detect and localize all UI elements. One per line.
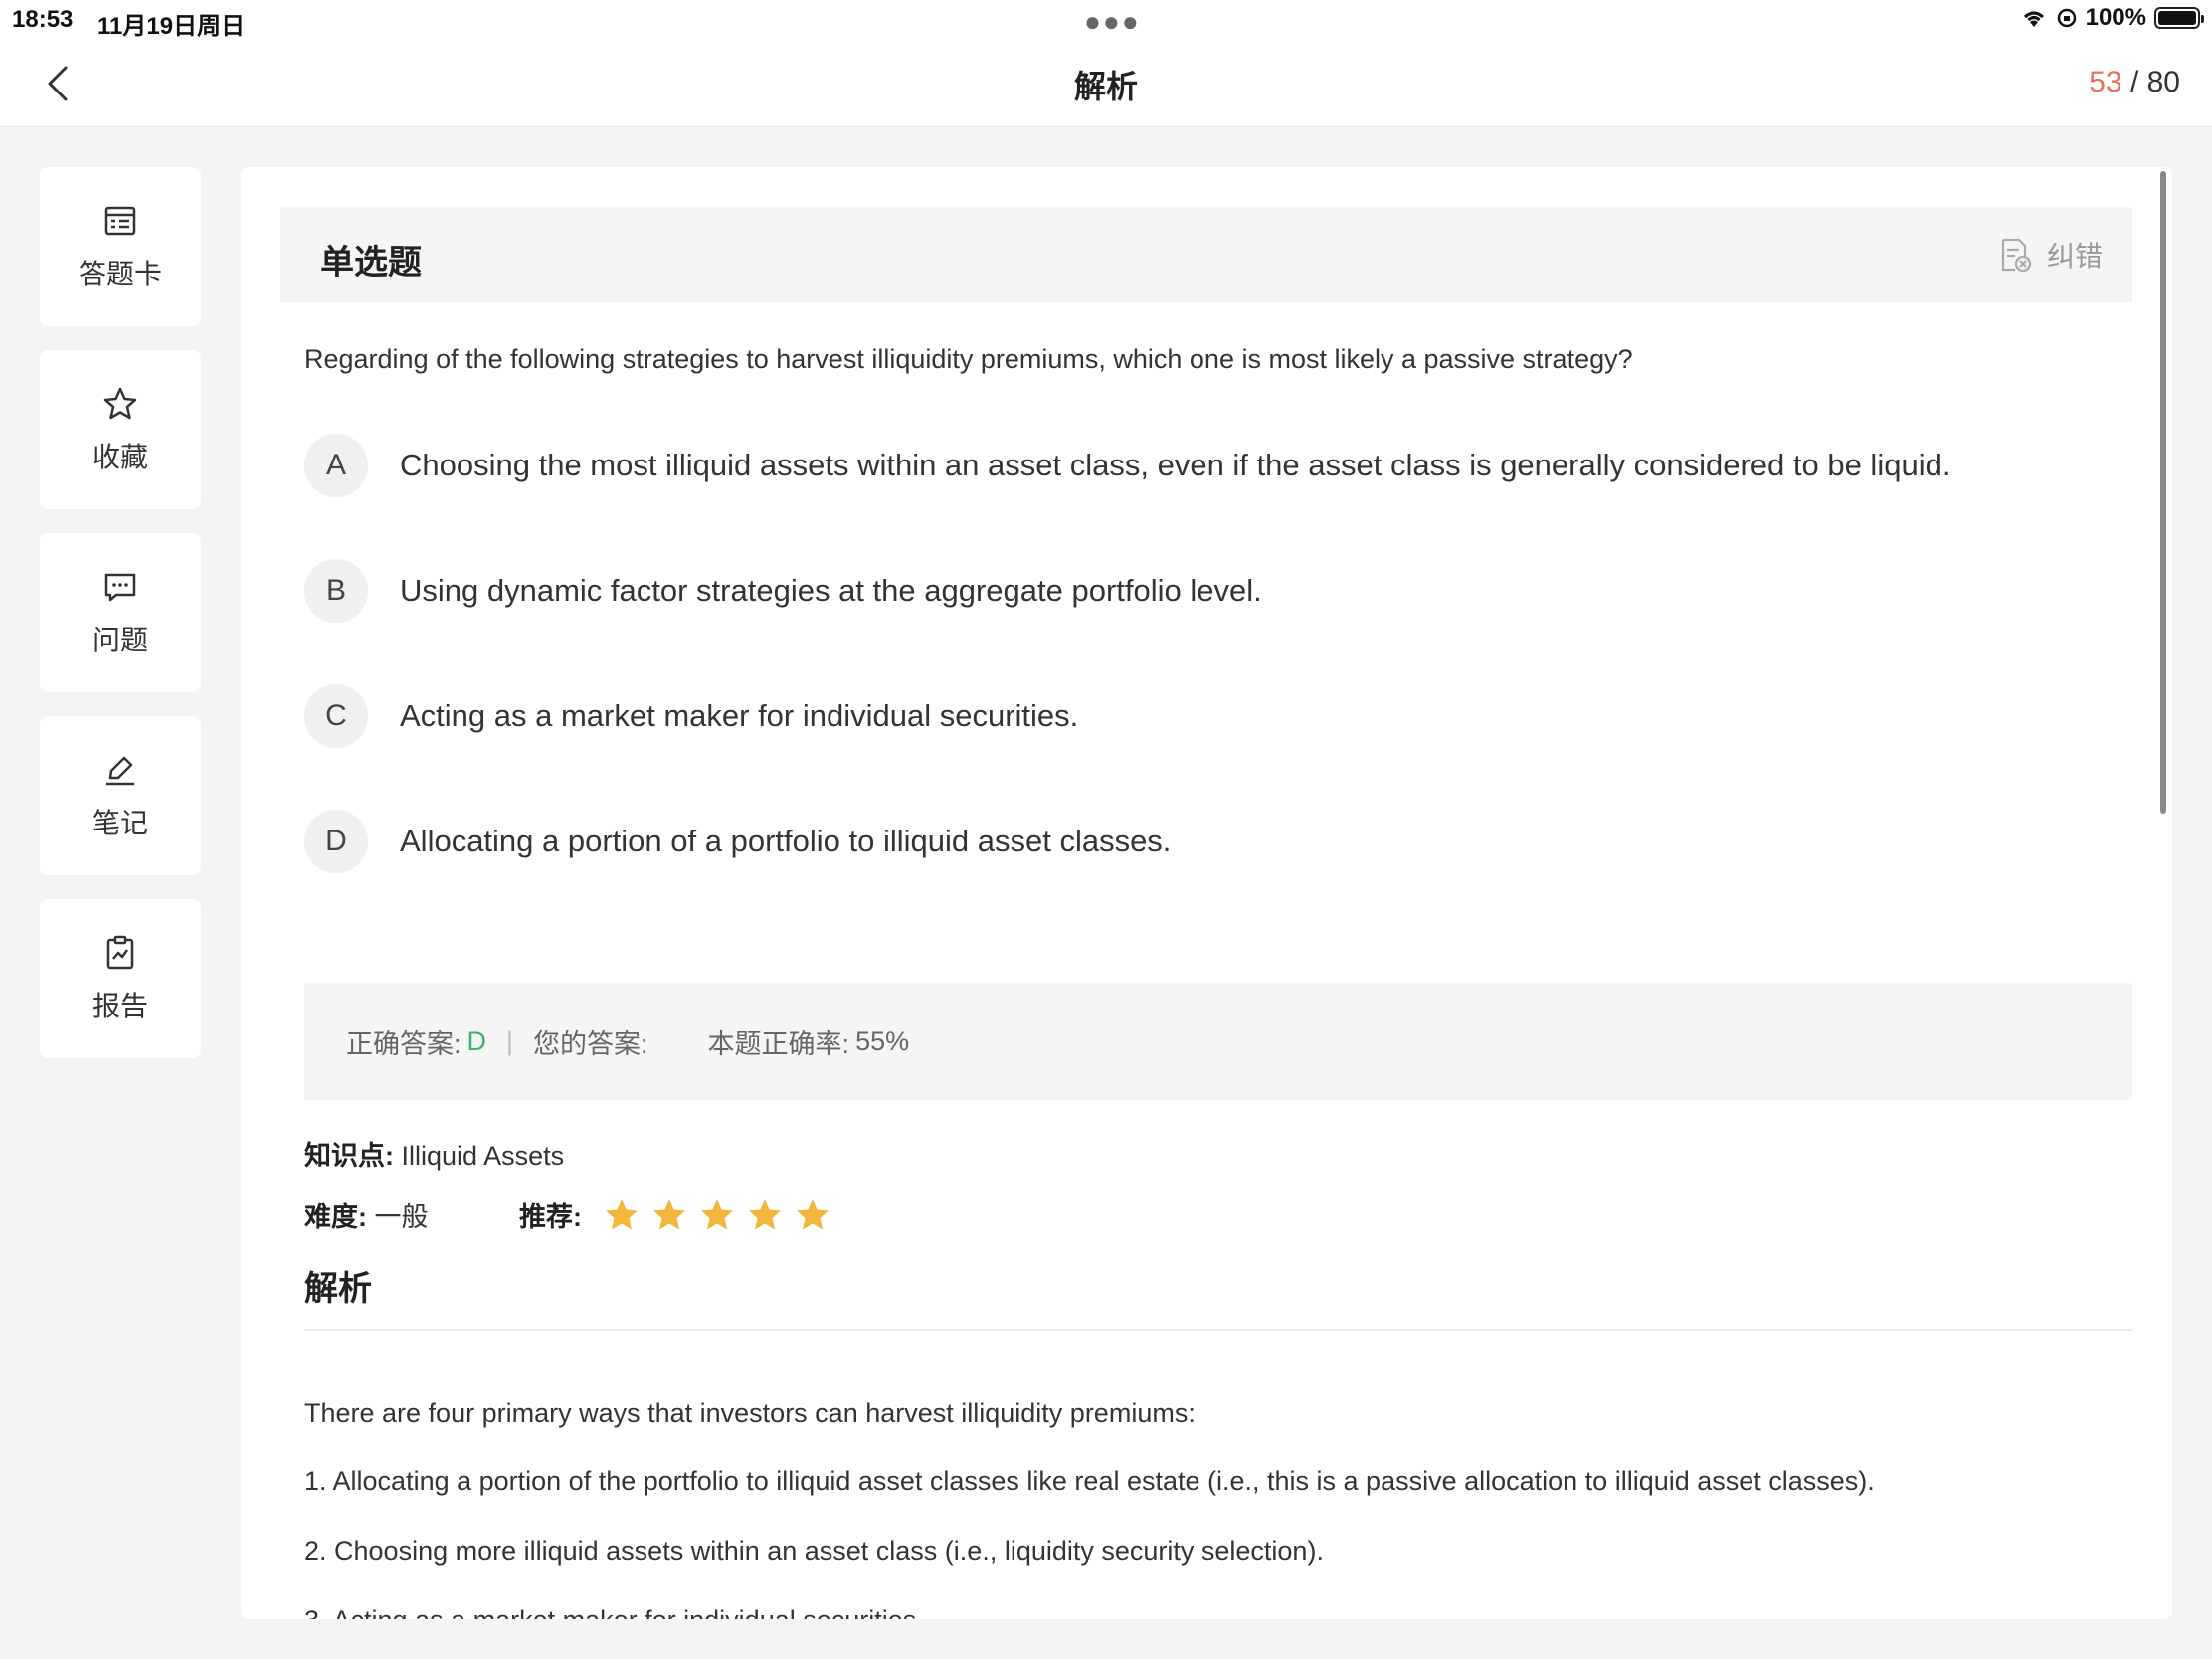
option-letter: A: [304, 434, 368, 497]
question-counter: 53 / 80: [2089, 66, 2180, 99]
wifi-icon: [2023, 11, 2044, 27]
option-text: Using dynamic factor strategies at the a…: [400, 573, 1262, 608]
page-title: 解析: [1073, 69, 1138, 104]
analysis-paragraph: 2. Choosing more illiquid assets within …: [304, 1536, 1324, 1566]
option-letter: D: [304, 810, 368, 873]
analysis-paragraph: There are four primary ways that investo…: [304, 1398, 1196, 1428]
your-answer-label: 您的答案:: [533, 1028, 648, 1059]
question-panel: 单选题 纠错 Regarding of the following strate…: [241, 167, 2172, 1619]
status-time: 18:53: [12, 6, 74, 33]
difficulty: 难度: 一般: [304, 1196, 429, 1234]
accuracy-rate-label: 本题正确率:: [707, 1028, 850, 1059]
star-filled-icon: [701, 1198, 733, 1229]
option-letter: C: [304, 684, 368, 748]
knowledge-point-label: 知识点:: [304, 1141, 394, 1171]
sidebar-item-favorite[interactable]: 收藏: [40, 350, 201, 509]
more-dots-icon[interactable]: ●●●: [1084, 6, 1141, 38]
star-filled-icon: [749, 1198, 781, 1229]
error-report-icon: [2001, 238, 2032, 273]
sidebar-item-notes[interactable]: 笔记: [40, 716, 201, 875]
option-letter: B: [304, 559, 368, 623]
sidebar-item-label: 报告: [92, 991, 148, 1021]
total-question-number: 80: [2146, 66, 2180, 98]
star-filled-icon: [797, 1198, 829, 1229]
recommendation: 推荐:: [519, 1196, 830, 1234]
answer-sheet-icon: [104, 206, 136, 236]
option-text: Acting as a market maker for individual …: [400, 698, 1079, 733]
recommendation-label: 推荐:: [519, 1202, 582, 1232]
knowledge-point: 知识点: Illiquid Assets: [304, 1134, 564, 1173]
answer-separator: |: [506, 1025, 514, 1056]
difficulty-value: 一般: [374, 1202, 429, 1232]
answer-summary: 正确答案: D | 您的答案: 本题正确率: 55%: [304, 983, 2132, 1100]
analysis-title: 解析: [304, 1270, 372, 1308]
accuracy-rate-value: 55%: [855, 1025, 910, 1056]
sidebar-item-report[interactable]: 报告: [40, 899, 201, 1058]
sidebar-item-label: 收藏: [92, 442, 148, 472]
status-date: 11月19日周日: [97, 13, 246, 40]
chat-icon: [104, 573, 136, 602]
pencil-icon: [106, 756, 134, 786]
question-text: Regarding of the following strategies to…: [304, 344, 1633, 374]
status-bar: 18:53 11月19日周日 ●●● 100%: [0, 0, 2212, 40]
analysis-paragraph: 3. Acting as a market maker for individu…: [304, 1605, 2115, 1619]
nav-bar: 解析 53 / 80: [0, 40, 2212, 127]
battery-percent: 100%: [2085, 4, 2146, 31]
star-filled-icon: [606, 1198, 638, 1229]
sidebar-item-label: 问题: [92, 625, 148, 655]
battery-icon: [2154, 7, 2204, 29]
correct-answer-value: D: [466, 1025, 487, 1056]
option-a[interactable]: A Choosing the most illiquid assets with…: [304, 434, 2115, 497]
sidebar-item-label: 答题卡: [78, 259, 162, 289]
sidebar-item-label: 笔记: [92, 808, 148, 838]
star-icon: [103, 387, 137, 420]
difficulty-label: 难度:: [304, 1202, 367, 1232]
question-type-bar: 单选题 纠错: [280, 207, 2132, 302]
question-type: 单选题: [320, 244, 422, 281]
counter-separator: /: [2129, 66, 2139, 98]
lock-rotation-icon: [2057, 8, 2076, 28]
scrollbar[interactable]: [2160, 171, 2166, 814]
correct-answer-label: 正确答案:: [346, 1028, 461, 1059]
option-d[interactable]: D Allocating a portion of a portfolio to…: [304, 810, 2115, 873]
report-icon: [106, 935, 134, 970]
option-text: Choosing the most illiquid assets within…: [400, 448, 1951, 482]
divider: [304, 1329, 2132, 1331]
report-error-button[interactable]: 纠错: [1995, 235, 2103, 275]
status-right: 100%: [2020, 4, 2204, 32]
star-filled-icon: [653, 1198, 685, 1229]
analysis-paragraph: 1. Allocating a portion of the portfolio…: [304, 1466, 1875, 1496]
sidebar-item-answer-sheet[interactable]: 答题卡: [40, 167, 201, 326]
knowledge-point-value: Illiquid Assets: [401, 1141, 565, 1171]
sidebar-item-questions[interactable]: 问题: [40, 533, 201, 692]
option-text: Allocating a portion of a portfolio to i…: [400, 824, 1172, 858]
option-b[interactable]: B Using dynamic factor strategies at the…: [304, 559, 2115, 623]
option-c[interactable]: C Acting as a market maker for individua…: [304, 684, 2115, 748]
report-error-label: 纠错: [2046, 241, 2103, 272]
current-question-number: 53: [2089, 66, 2122, 98]
recommendation-stars: [604, 1198, 830, 1233]
